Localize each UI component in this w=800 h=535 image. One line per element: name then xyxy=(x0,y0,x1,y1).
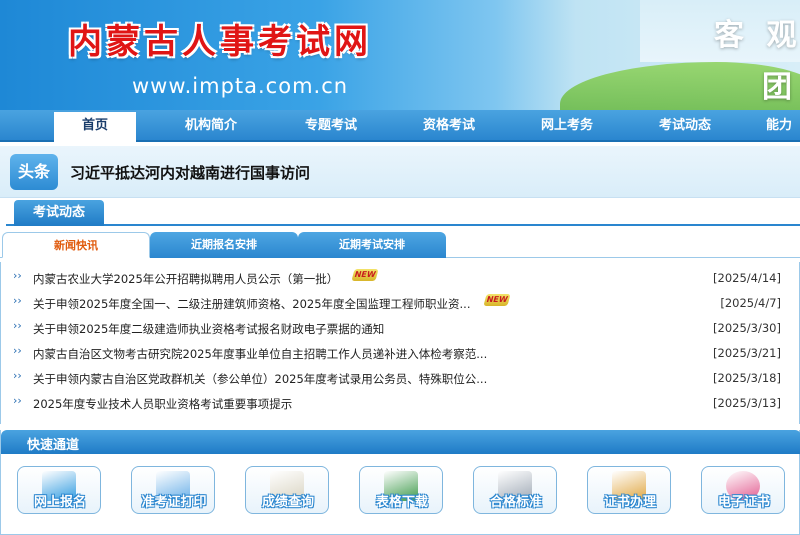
list-item: ›› 内蒙古自治区文物考古研究院2025年度事业单位自主招聘工作人员递补进入体检… xyxy=(1,341,799,366)
chevron-right-icon: ›› xyxy=(13,269,22,282)
new-badge-icon: NEW xyxy=(351,269,379,281)
list-item: ›› 2025年度专业技术人员职业资格考试重要事项提示 [2025/3/13] xyxy=(1,391,799,416)
news-date: [2025/3/21] xyxy=(713,346,781,360)
quick-access-header: 快速通道 xyxy=(1,430,800,454)
score-query-button[interactable]: 成绩查询 xyxy=(245,466,329,514)
new-badge-icon: NEW xyxy=(483,294,511,306)
news-title[interactable]: 关于申领2025年度二级建造师执业资格考试报名财政电子票据的通知 xyxy=(33,321,384,337)
section-title: 考试动态 xyxy=(14,200,104,226)
site-url: www.impta.com.cn xyxy=(132,74,349,98)
button-label: 合格标准 xyxy=(489,495,542,510)
button-label: 表格下载 xyxy=(375,495,428,510)
section-header: 考试动态 xyxy=(6,200,800,226)
list-item: ›› 关于申领2025年度全国一、二级注册建筑师资格、2025年度全国监理工程师… xyxy=(1,291,799,316)
news-title[interactable]: 内蒙古农业大学2025年公开招聘拟聘用人员公示（第一批） xyxy=(33,271,338,287)
chevron-right-icon: ›› xyxy=(13,294,22,307)
form-download-button[interactable]: 表格下载 xyxy=(359,466,443,514)
nav-item-special-exams[interactable]: 专题考试 xyxy=(286,110,376,142)
news-title[interactable]: 关于申领内蒙古自治区党政群机关（参公单位）2025年度考试录用公务员、特殊职位公… xyxy=(33,371,487,387)
news-tabs: 新闻快讯 近期报名安排 近期考试安排 xyxy=(0,232,800,258)
button-label: 网上报名 xyxy=(33,495,86,510)
quick-access-title: 快速通道 xyxy=(27,438,80,453)
button-label: 证书办理 xyxy=(603,495,656,510)
main-nav: 首页 机构简介 专题考试 资格考试 网上考务 考试动态 能力 xyxy=(0,110,800,142)
news-title[interactable]: 关于申领2025年度全国一、二级注册建筑师资格、2025年度全国监理工程师职业资… xyxy=(33,296,471,312)
nav-item-qualification-exams[interactable]: 资格考试 xyxy=(404,110,494,142)
headline-bar: 头条 习近平抵达河内对越南进行国事访问 xyxy=(0,146,800,198)
news-title[interactable]: 2025年度专业技术人员职业资格考试重要事项提示 xyxy=(33,396,292,412)
news-date: [2025/4/7] xyxy=(720,296,781,310)
tab-news-flash[interactable]: 新闻快讯 xyxy=(2,232,150,258)
list-item: ›› 关于申领内蒙古自治区党政群机关（参公单位）2025年度考试录用公务员、特殊… xyxy=(1,366,799,391)
headline-link[interactable]: 习近平抵达河内对越南进行国事访问 xyxy=(70,162,310,183)
news-date: [2025/3/18] xyxy=(713,371,781,385)
site-title: 内蒙古人事考试网 xyxy=(68,22,372,62)
button-label: 电子证书 xyxy=(717,495,770,510)
electronic-certificate-button[interactable]: 电子证书 xyxy=(701,466,785,514)
button-label: 准考证打印 xyxy=(141,495,207,510)
news-date: [2025/3/30] xyxy=(713,321,781,335)
chevron-right-icon: ›› xyxy=(13,369,22,382)
banner-slogan-line2: 团 xyxy=(762,70,792,105)
news-date: [2025/4/14] xyxy=(713,271,781,285)
certificate-processing-button[interactable]: 证书办理 xyxy=(587,466,671,514)
list-item: ›› 关于申领2025年度二级建造师执业资格考试报名财政电子票据的通知 [202… xyxy=(1,316,799,341)
list-item: ›› 内蒙古农业大学2025年公开招聘拟聘用人员公示（第一批） NEW [202… xyxy=(1,266,799,291)
nav-item-about[interactable]: 机构简介 xyxy=(166,110,256,142)
site-banner: 内蒙古人事考试网 www.impta.com.cn 客 观 团 xyxy=(0,0,800,110)
nav-item-online-affairs[interactable]: 网上考务 xyxy=(522,110,612,142)
passing-standard-button[interactable]: 合格标准 xyxy=(473,466,557,514)
chevron-right-icon: ›› xyxy=(13,319,22,332)
quick-access-panel: 快速通道 网上报名 准考证打印 成绩查询 表格下载 合格标准 证书办理 电子证书 xyxy=(0,430,800,535)
chevron-right-icon: ›› xyxy=(13,344,22,357)
chevron-right-icon: ›› xyxy=(13,394,22,407)
online-registration-button[interactable]: 网上报名 xyxy=(17,466,101,514)
news-title[interactable]: 内蒙古自治区文物考古研究院2025年度事业单位自主招聘工作人员递补进入体检考察范… xyxy=(33,346,487,362)
nav-item-ability[interactable]: 能力 xyxy=(766,110,800,142)
nav-item-home[interactable]: 首页 xyxy=(54,112,136,142)
tab-recent-exams[interactable]: 近期考试安排 xyxy=(298,232,446,258)
tab-recent-registration[interactable]: 近期报名安排 xyxy=(150,232,298,258)
banner-slogan-line1: 客 观 xyxy=(714,18,800,53)
news-date: [2025/3/13] xyxy=(713,396,781,410)
admission-ticket-print-button[interactable]: 准考证打印 xyxy=(131,466,215,514)
button-label: 成绩查询 xyxy=(261,495,314,510)
news-list: ›› 内蒙古农业大学2025年公开招聘拟聘用人员公示（第一批） NEW [202… xyxy=(0,262,800,424)
nav-item-exam-news[interactable]: 考试动态 xyxy=(640,110,730,142)
headline-badge: 头条 xyxy=(10,154,58,190)
